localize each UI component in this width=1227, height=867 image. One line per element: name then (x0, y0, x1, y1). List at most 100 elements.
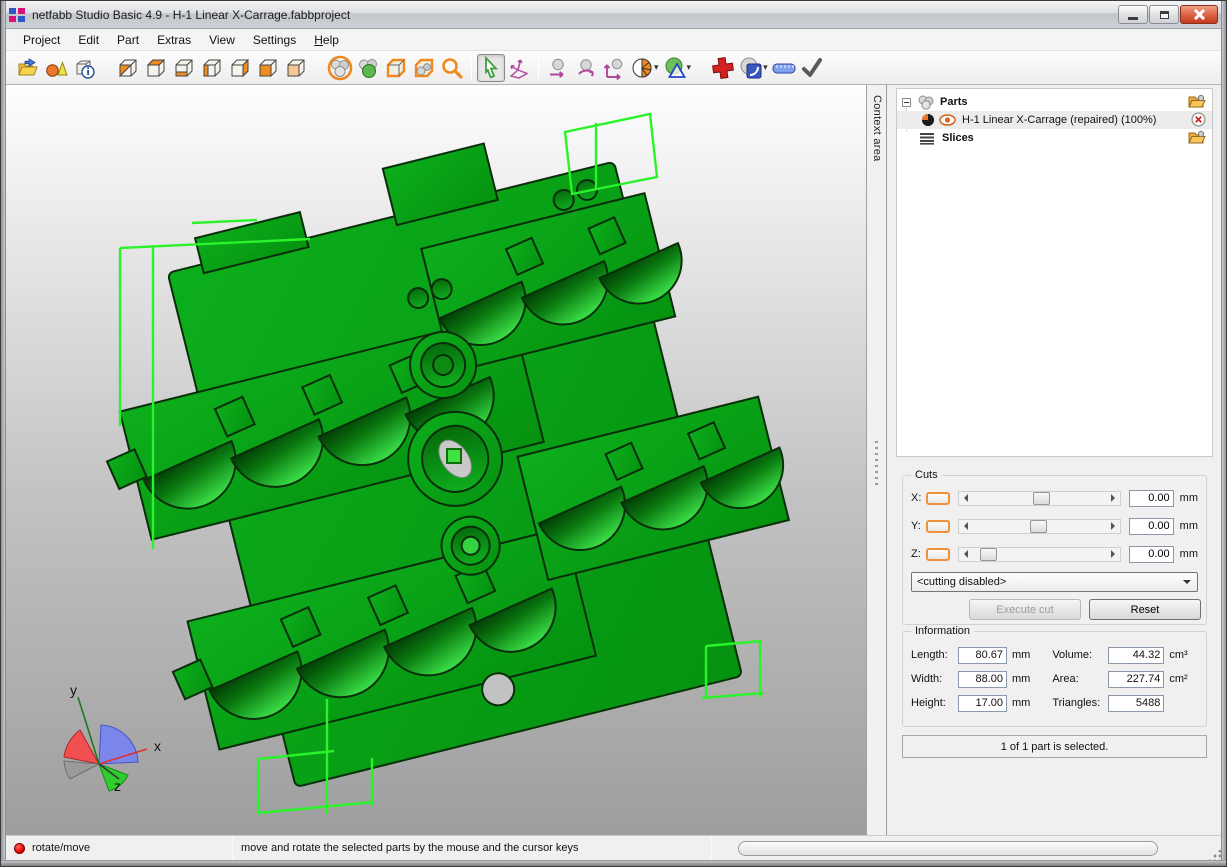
reset-button[interactable]: Reset (1089, 599, 1201, 620)
menu-settings[interactable]: Settings (244, 30, 305, 50)
zoom-to-model-icon[interactable] (382, 54, 410, 82)
analysis-menu-icon[interactable] (661, 54, 689, 82)
info-row-1: Length: 80.67 mm Volume: 44.32 cm³ (911, 645, 1202, 665)
cut-toggle-z[interactable] (926, 548, 950, 561)
rotate-part-tool-icon[interactable] (572, 54, 600, 82)
open-project-icon[interactable] (14, 54, 42, 82)
cut-row-x: X: mm (911, 488, 1198, 508)
cut-unit-y: mm (1180, 520, 1198, 532)
show-selected-parts-icon[interactable] (354, 54, 382, 82)
length-label: Length: (911, 649, 958, 661)
scale-part-tool-icon[interactable] (600, 54, 628, 82)
progress-bar (738, 841, 1158, 856)
select-tool-icon[interactable] (477, 54, 505, 82)
slider-thumb-x[interactable] (1033, 492, 1050, 505)
restore-button[interactable] (1149, 5, 1179, 24)
cut-slider-x[interactable] (958, 491, 1120, 506)
part-information-icon[interactable] (70, 54, 98, 82)
cut-toggle-x[interactable] (926, 492, 950, 505)
model-canvas[interactable]: y x z (6, 85, 867, 837)
cut-value-y[interactable] (1129, 518, 1174, 535)
slice-menu-icon[interactable] (737, 54, 765, 82)
cut-menu-caret-icon[interactable]: ▾ (654, 62, 659, 73)
width-label: Width: (911, 673, 958, 685)
menu-help[interactable]: Help (305, 30, 348, 50)
model-part[interactable] (54, 90, 838, 812)
view-top-icon[interactable] (254, 54, 282, 82)
slice-menu-caret-icon[interactable]: ▾ (763, 62, 768, 73)
cut-toggle-y[interactable] (926, 520, 950, 533)
context-area-label: Context area (871, 95, 883, 162)
cutting-mode-select[interactable]: <cutting disabled> (911, 572, 1198, 592)
title-bar[interactable]: netfabb Studio Basic 4.9 - H-1 Linear X-… (1, 1, 1226, 29)
load-slice-folder-icon[interactable] (1188, 130, 1206, 145)
cutting-mode-value: <cutting disabled> (917, 576, 1006, 588)
zoom-to-selection-icon[interactable] (410, 54, 438, 82)
view-back-icon[interactable] (170, 54, 198, 82)
width-unit: mm (1012, 673, 1030, 685)
analysis-menu-caret-icon[interactable]: ▾ (687, 62, 692, 73)
slider-left-arrow-icon[interactable] (959, 548, 972, 561)
status-hint: move and rotate the selected parts by th… (233, 842, 711, 854)
zoom-tool-icon[interactable] (438, 54, 466, 82)
visibility-eye-icon[interactable] (939, 114, 956, 126)
show-all-parts-icon[interactable] (326, 54, 354, 82)
triangles-label: Triangles: (1052, 697, 1108, 709)
confirm-tool-icon[interactable] (798, 54, 826, 82)
splitter-grip[interactable] (875, 441, 878, 487)
slider-left-arrow-icon[interactable] (959, 492, 972, 505)
slices-label: Slices (942, 132, 974, 144)
status-mode: rotate/move (32, 842, 232, 854)
rotate-view-tool-icon[interactable] (505, 54, 533, 82)
status-bar: rotate/move move and rotate the selected… (6, 835, 1221, 860)
measure-tool-icon[interactable] (770, 54, 798, 82)
menu-project[interactable]: Project (14, 30, 69, 50)
view-front-icon[interactable] (142, 54, 170, 82)
slider-right-arrow-icon[interactable] (1107, 492, 1120, 505)
mode-indicator-icon (14, 843, 25, 854)
slider-right-arrow-icon[interactable] (1107, 548, 1120, 561)
tree-item-part[interactable]: H-1 Linear X-Carrage (repaired) (100%) (897, 111, 1212, 129)
cut-slider-z[interactable] (958, 547, 1120, 562)
area-unit: cm² (1169, 673, 1187, 685)
execute-cut-button[interactable]: Execute cut (969, 599, 1081, 620)
cut-value-z[interactable] (1129, 546, 1174, 563)
view-isometric-icon[interactable] (114, 54, 142, 82)
slider-thumb-y[interactable] (1030, 520, 1047, 533)
slider-thumb-z[interactable] (980, 548, 997, 561)
viewport-3d[interactable]: y x z (6, 85, 867, 835)
context-area-tab[interactable]: Context area (867, 85, 887, 835)
cut-slider-y[interactable] (958, 519, 1120, 534)
menu-extras[interactable]: Extras (148, 30, 200, 50)
view-left-icon[interactable] (198, 54, 226, 82)
cut-menu-icon[interactable] (628, 54, 656, 82)
cut-value-x[interactable] (1129, 490, 1174, 507)
tree-node-parts[interactable]: Parts (897, 93, 1212, 111)
view-bottom-icon[interactable] (282, 54, 310, 82)
slider-left-arrow-icon[interactable] (959, 520, 972, 533)
view-right-icon[interactable] (226, 54, 254, 82)
height-unit: mm (1012, 697, 1030, 709)
slices-stack-icon (919, 132, 935, 145)
selection-pivot[interactable] (447, 449, 461, 463)
add-part-icon[interactable] (42, 54, 70, 82)
collapse-expander-icon[interactable] (902, 98, 911, 107)
load-part-folder-icon[interactable] (1188, 94, 1206, 109)
menu-view[interactable]: View (200, 30, 244, 50)
repair-part-icon[interactable] (709, 54, 737, 82)
netfabb-logo-icon (9, 8, 25, 22)
window-title: netfabb Studio Basic 4.9 - H-1 Linear X-… (32, 8, 350, 22)
slider-right-arrow-icon[interactable] (1107, 520, 1120, 533)
width-value: 88.00 (958, 671, 1007, 688)
remove-part-icon[interactable] (1191, 112, 1206, 127)
cut-row-z: Z: mm (911, 544, 1198, 564)
close-button[interactable] (1180, 5, 1218, 24)
menu-part[interactable]: Part (108, 30, 148, 50)
minimize-button[interactable] (1118, 5, 1148, 24)
menu-edit[interactable]: Edit (69, 30, 108, 50)
cut-unit-x: mm (1180, 492, 1198, 504)
volume-label: Volume: (1052, 649, 1108, 661)
move-part-tool-icon[interactable] (544, 54, 572, 82)
tree-node-slices[interactable]: Slices (897, 129, 1212, 147)
information-group: Information Length: 80.67 mm Volume: 44.… (902, 631, 1207, 727)
